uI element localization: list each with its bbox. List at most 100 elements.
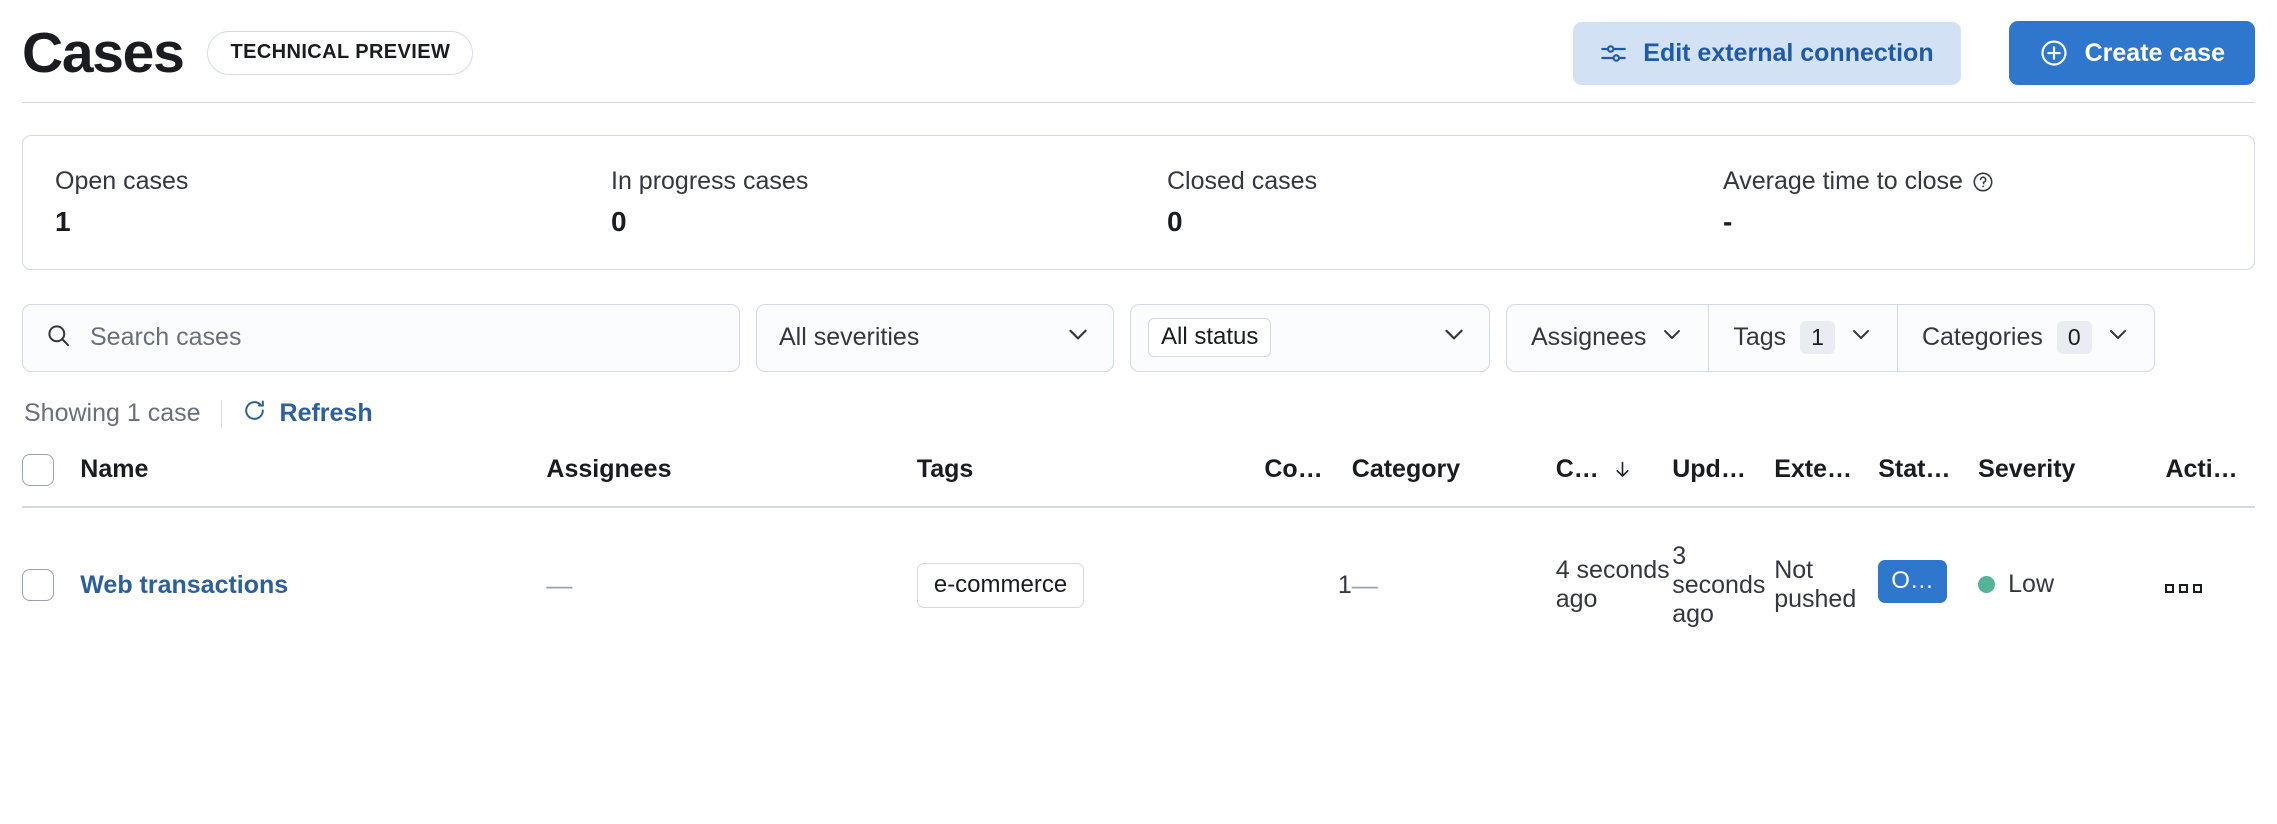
more-actions-dot-2	[2179, 584, 2188, 593]
column-header-category[interactable]: Category	[1352, 454, 1556, 507]
column-header-updated[interactable]: Upd…	[1672, 454, 1774, 507]
refresh-icon	[242, 398, 267, 430]
cell-name: Web transactions	[80, 507, 546, 663]
select-all-header	[22, 454, 80, 507]
column-header-name[interactable]: Name	[80, 454, 546, 507]
stat-open-cases-value: 1	[55, 205, 579, 239]
cell-severity: Low	[1978, 507, 2165, 663]
showing-count-label: Showing 1 case	[24, 399, 201, 428]
cell-assignees: —	[546, 507, 916, 663]
select-all-checkbox[interactable]	[22, 454, 54, 486]
severity-filter[interactable]: All severities	[756, 304, 1114, 372]
cell-actions	[2165, 507, 2255, 663]
cell-count: 1	[1264, 507, 1351, 663]
cell-updated: 3 seconds ago	[1672, 507, 1774, 663]
page-header: Cases TECHNICAL PREVIEW Edit external co…	[22, 0, 2255, 102]
header-actions: Edit external connection Create case	[1573, 21, 2255, 85]
categories-filter-label: Categories	[1922, 323, 2043, 352]
chevron-down-icon	[1849, 322, 1873, 353]
stat-open-cases-label: Open cases	[55, 166, 188, 196]
categories-filter[interactable]: Categories 0	[1898, 305, 2154, 371]
chevron-down-icon	[2106, 322, 2130, 353]
cases-page: Cases TECHNICAL PREVIEW Edit external co…	[0, 0, 2277, 663]
severity-label: Low	[2008, 570, 2054, 599]
edit-external-connection-label: Edit external connection	[1643, 39, 1933, 68]
stat-in-progress-cases-label: In progress cases	[611, 166, 808, 196]
column-header-assignees[interactable]: Assignees	[546, 454, 916, 507]
column-header-external[interactable]: Exte…	[1774, 454, 1878, 507]
results-toolbar: Showing 1 case Refresh	[22, 398, 2255, 430]
more-actions-icon[interactable]	[2165, 584, 2202, 593]
page-title-group: Cases TECHNICAL PREVIEW	[22, 25, 473, 82]
cell-external-incident: Not pushed	[1774, 507, 1878, 663]
more-actions-dot-3	[2193, 584, 2202, 593]
table-row[interactable]: Web transactions — e-commerce 1 — 4 seco…	[22, 507, 2255, 663]
cases-table: Name Assignees Tags Co… Category C… Upd……	[22, 454, 2255, 663]
column-header-status[interactable]: Stat…	[1878, 454, 1978, 507]
more-actions-dot-1	[2165, 584, 2174, 593]
stats-panel: Open cases 1 In progress cases 0 Closed …	[22, 135, 2255, 270]
table-header-row: Name Assignees Tags Co… Category C… Upd……	[22, 454, 2255, 507]
severity-dot-icon	[1978, 576, 1995, 593]
tag-chip[interactable]: e-commerce	[917, 563, 1084, 608]
assignees-filter[interactable]: Assignees	[1507, 305, 1709, 371]
tags-filter[interactable]: Tags 1	[1709, 305, 1898, 371]
stat-average-time-to-close: Average time to close -	[1691, 166, 2247, 239]
refresh-button[interactable]: Refresh	[242, 398, 373, 430]
cell-tags: e-commerce	[917, 507, 1265, 663]
cell-category: —	[1352, 507, 1556, 663]
search-icon	[45, 322, 72, 354]
stat-open-cases: Open cases 1	[23, 166, 579, 239]
status-filter[interactable]: All status	[1130, 304, 1490, 372]
plus-circle-icon	[2039, 38, 2069, 68]
category-empty: —	[1352, 570, 1378, 600]
cell-created: 4 seconds ago	[1556, 507, 1673, 663]
search-cases-container[interactable]	[22, 304, 740, 372]
stat-average-time-to-close-value: -	[1723, 205, 2247, 239]
attribute-filters-group: Assignees Tags 1 Categories 0	[1506, 304, 2155, 372]
cell-status: O…	[1878, 507, 1978, 663]
stat-closed-cases: Closed cases 0	[1135, 166, 1691, 239]
stat-in-progress-cases: In progress cases 0	[579, 166, 1135, 239]
header-divider	[22, 102, 2255, 103]
stat-average-time-to-close-label: Average time to close	[1723, 166, 1963, 196]
cases-table-head: Name Assignees Tags Co… Category C… Upd……	[22, 454, 2255, 507]
search-input[interactable]	[88, 322, 717, 353]
sliders-icon	[1600, 40, 1627, 67]
stat-closed-cases-value: 0	[1167, 205, 1691, 239]
stat-average-time-to-close-label-wrap: Average time to close	[1723, 166, 1994, 196]
technical-preview-badge: TECHNICAL PREVIEW	[207, 31, 473, 75]
stat-in-progress-cases-value: 0	[611, 205, 1135, 239]
column-header-created[interactable]: C…	[1556, 454, 1673, 507]
tags-filter-count: 1	[1800, 321, 1835, 355]
edit-external-connection-button[interactable]: Edit external connection	[1573, 22, 1960, 85]
filter-bar: All severities All status Assignees Tags…	[22, 304, 2255, 372]
row-select-cell	[22, 507, 80, 663]
column-header-count[interactable]: Co…	[1264, 454, 1351, 507]
chevron-down-icon	[1660, 322, 1684, 353]
status-filter-label: All status	[1148, 318, 1271, 358]
stat-closed-cases-label: Closed cases	[1167, 166, 1317, 196]
chevron-down-icon	[1065, 321, 1091, 354]
column-header-actions: Acti…	[2165, 454, 2255, 507]
tags-filter-label: Tags	[1733, 323, 1786, 352]
case-name-link[interactable]: Web transactions	[80, 571, 288, 599]
toolbar-divider	[221, 400, 222, 428]
arrow-down-icon	[1612, 455, 1633, 483]
categories-filter-count: 0	[2057, 321, 2092, 355]
status-badge[interactable]: O…	[1878, 560, 1947, 603]
severity-filter-label: All severities	[779, 323, 919, 352]
column-header-severity[interactable]: Severity	[1978, 454, 2165, 507]
question-circle-icon[interactable]	[1972, 170, 1994, 192]
page-title: Cases	[22, 25, 183, 82]
assignees-empty: —	[546, 570, 572, 600]
column-header-tags[interactable]: Tags	[917, 454, 1265, 507]
create-case-label: Create case	[2085, 39, 2225, 68]
column-header-created-label: C…	[1556, 455, 1599, 483]
cases-table-body: Web transactions — e-commerce 1 — 4 seco…	[22, 507, 2255, 663]
row-checkbox[interactable]	[22, 569, 54, 601]
chevron-down-icon	[1441, 321, 1467, 354]
assignees-filter-label: Assignees	[1531, 323, 1646, 352]
create-case-button[interactable]: Create case	[2009, 21, 2255, 85]
severity-value: Low	[1978, 570, 2054, 599]
